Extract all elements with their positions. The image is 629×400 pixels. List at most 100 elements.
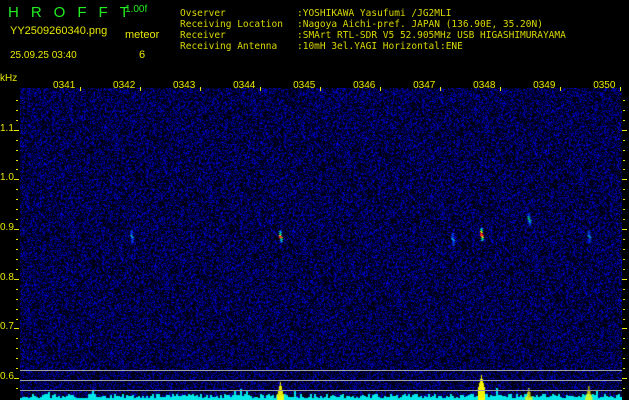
y-tick-right — [622, 279, 627, 280]
y-tick-right — [623, 269, 625, 270]
y-tick-label: 0.6 — [0, 371, 14, 383]
y-tick-right — [623, 120, 625, 121]
y-tick — [16, 299, 18, 300]
x-tick-label: 0342 — [113, 80, 136, 91]
y-tick — [16, 388, 18, 389]
x-tick-label: 0350 — [593, 80, 616, 91]
y-tick — [16, 120, 18, 121]
y-tick-right — [623, 169, 625, 170]
y-tick — [14, 279, 19, 280]
y-tick — [14, 179, 19, 180]
y-tick — [16, 269, 18, 270]
y-tick-right — [623, 289, 625, 290]
x-tick — [440, 87, 442, 91]
y-tick-label: 1.0 — [0, 172, 14, 184]
x-tick — [80, 87, 82, 91]
x-tick — [320, 87, 322, 91]
info-antenna: Receiving Antenna :10mH 3el.YAGI Horizont… — [180, 41, 463, 52]
info-label: Receiving Antenna — [180, 41, 278, 52]
info-label: Receiver — [180, 30, 226, 41]
y-tick-right — [623, 338, 625, 339]
y-tick-right — [623, 358, 625, 359]
y-tick-label: 0.7 — [0, 321, 14, 333]
y-tick — [14, 378, 19, 379]
y-tick — [16, 160, 18, 161]
meteor-count: 6 — [139, 49, 146, 61]
x-tick — [200, 87, 202, 91]
y-tick — [14, 229, 19, 230]
x-tick-label: 0349 — [533, 80, 556, 91]
y-tick-right — [623, 110, 625, 111]
x-tick — [500, 87, 502, 91]
x-tick-label: 0345 — [293, 80, 316, 91]
y-tick-right — [623, 388, 625, 389]
y-tick-right — [623, 309, 625, 310]
y-tick-right — [623, 249, 625, 250]
info-value: :SMArt RTL-SDR V5 52.905MHz USB HIGASHIM… — [297, 30, 566, 41]
y-tick-right — [623, 140, 625, 141]
y-tick — [16, 219, 18, 220]
y-tick-right — [623, 319, 625, 320]
y-tick-right — [623, 150, 625, 151]
x-tick-label: 0344 — [233, 80, 256, 91]
y-tick-right — [623, 160, 625, 161]
y-tick — [16, 199, 18, 200]
y-tick — [14, 130, 19, 131]
meteor-label: meteor — [125, 29, 160, 41]
y-axis-unit: kHz — [0, 73, 18, 84]
y-tick — [16, 249, 18, 250]
info-value: :YOSHIKAWA Yasufumi /JG2MLI — [297, 8, 452, 19]
x-tick — [380, 87, 382, 91]
y-tick — [16, 259, 18, 260]
info-value: :Nagoya Aichi-pref. JAPAN (136.90E, 35.2… — [297, 19, 543, 30]
y-tick-right — [623, 219, 625, 220]
y-tick-right — [622, 378, 627, 379]
y-tick — [16, 289, 18, 290]
x-tick-label: 0346 — [353, 80, 376, 91]
y-tick — [16, 169, 18, 170]
y-tick — [16, 150, 18, 151]
x-tick — [560, 87, 562, 91]
spectrogram — [20, 88, 622, 400]
y-tick-right — [623, 209, 625, 210]
x-tick — [620, 87, 622, 91]
y-tick-right — [623, 259, 625, 260]
y-tick-label: 0.8 — [0, 271, 14, 283]
x-tick — [260, 87, 262, 91]
y-tick-right — [623, 368, 625, 369]
filename-label: YY2509260340.png — [10, 25, 108, 37]
x-tick-label: 0341 — [53, 80, 76, 91]
y-tick-right — [623, 299, 625, 300]
datetime-label: 25.09.25 03:40 — [10, 50, 77, 61]
y-tick-right — [622, 229, 627, 230]
info-receiver: Receiver :SMArt RTL-SDR V5 52.905MHz USB … — [180, 30, 566, 41]
x-tick-label: 0348 — [473, 80, 496, 91]
y-tick-right — [622, 179, 627, 180]
y-tick — [16, 140, 18, 141]
y-tick — [16, 348, 18, 349]
y-tick-right — [622, 328, 627, 329]
y-tick — [16, 239, 18, 240]
info-value: :10mH 3el.YAGI Horizontal:ENE — [297, 41, 463, 52]
y-tick — [16, 338, 18, 339]
app-title: HROFFT — [8, 4, 141, 21]
x-tick-label: 0343 — [173, 80, 196, 91]
info-label: Ovserver — [180, 8, 226, 19]
y-tick — [16, 110, 18, 111]
y-tick — [16, 358, 18, 359]
info-observer: Ovserver :YOSHIKAWA Yasufumi /JG2MLI — [180, 8, 451, 19]
y-tick-right — [623, 100, 625, 101]
y-tick — [14, 328, 19, 329]
version-label: 1.00f — [125, 4, 148, 15]
x-tick-label: 0347 — [413, 80, 436, 91]
y-tick-label: 1.1 — [0, 122, 14, 134]
threshold-line — [20, 370, 622, 371]
y-tick-right — [623, 189, 625, 190]
y-tick-right — [623, 348, 625, 349]
info-location: Receiving Location:Nagoya Aichi-pref. JA… — [180, 19, 543, 30]
y-tick-label: 0.9 — [0, 222, 14, 234]
y-tick — [16, 209, 18, 210]
y-tick — [16, 100, 18, 101]
y-tick-right — [623, 199, 625, 200]
y-tick-right — [623, 239, 625, 240]
